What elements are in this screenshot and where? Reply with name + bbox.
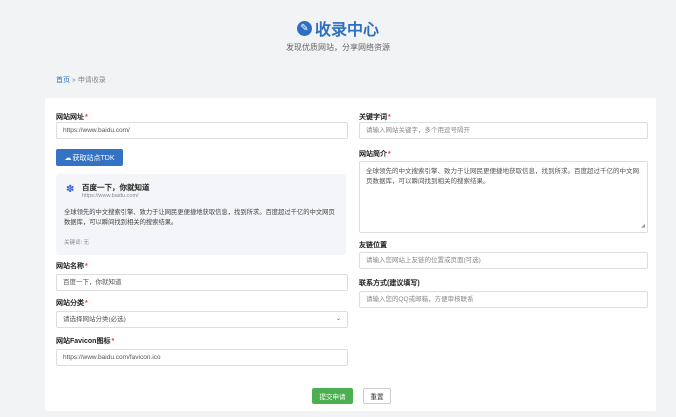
url-label: 网站网址* <box>56 114 88 121</box>
breadcrumb-current: 申请收录 <box>77 77 106 84</box>
intro-label: 网站简介* <box>359 151 391 158</box>
keywords-label: 关键字词* <box>359 114 391 121</box>
breadcrumb: 首页 » 申请收录 <box>56 75 106 85</box>
preview-description: 全球领先的中文搜索引擎、致力于让网民更便捷地获取信息，找到所求。百度超过千亿的中… <box>64 209 335 226</box>
preview-keywords: 关键词: 无 <box>64 240 90 246</box>
category-label: 网站分类* <box>56 300 88 307</box>
favicon-label: 网站Favicon图标* <box>56 338 115 345</box>
link-position-input[interactable]: 请输入您网站上友链的位置或页面(可选) <box>359 252 648 269</box>
favicon-input[interactable]: https://www.baidu.com/favicon.ico <box>56 349 348 366</box>
submit-button[interactable]: 提交申请 <box>312 388 353 404</box>
page-header: ✎ 收录中心 发现优质网站，分享网络资源 <box>0 0 676 70</box>
link-position-label: 友链位置 <box>359 242 387 249</box>
breadcrumb-home-link[interactable]: 首页 <box>56 77 70 84</box>
breadcrumb-separator: » <box>71 77 76 84</box>
site-preview-card: ✽ 百度一下，你就知道 https://www.baidu.com/ 全球领先的… <box>56 174 346 255</box>
contact-input[interactable]: 请输入您的QQ或邮箱，方便审核联系 <box>359 291 648 308</box>
site-brand: ✎ 收录中心 <box>0 16 676 40</box>
site-title: 收录中心 <box>314 22 379 39</box>
keywords-input[interactable]: 请输入网站关键字，多个用逗号隔开 <box>359 122 648 139</box>
resize-handle-icon[interactable]: ◢ <box>641 222 645 232</box>
submission-form: 网站网址* https://www.baidu.com/ ☁ 获取站点TDK ✽… <box>45 98 656 411</box>
name-label: 网站名称* <box>56 263 88 270</box>
category-select[interactable]: 请选择网站分类(必选) ⌄ <box>56 311 348 328</box>
preview-title: 百度一下，你就知道 <box>82 183 150 192</box>
reset-button[interactable]: 重置 <box>363 388 391 404</box>
site-subtitle: 发现优质网站，分享网络资源 <box>286 43 390 52</box>
contact-label: 联系方式(建议填写) <box>359 280 420 287</box>
preview-url: https://www.baidu.com/ <box>82 193 139 199</box>
chevron-down-icon: ⌄ <box>335 316 341 322</box>
site-name-input[interactable]: 百度一下，你就知道 <box>56 274 348 291</box>
cloud-icon: ☁ <box>64 154 72 162</box>
intro-textarea[interactable]: 全球领先的中文搜索引擎、致力于让网民更便捷地获取信息，找到所求。百度超过千亿的中… <box>359 161 648 233</box>
fetch-tdk-button[interactable]: ☁ 获取站点TDK <box>56 149 123 166</box>
baidu-paw-icon: ✽ <box>66 184 75 195</box>
url-input[interactable]: https://www.baidu.com/ <box>56 122 348 139</box>
compass-icon: ✎ <box>296 20 312 36</box>
